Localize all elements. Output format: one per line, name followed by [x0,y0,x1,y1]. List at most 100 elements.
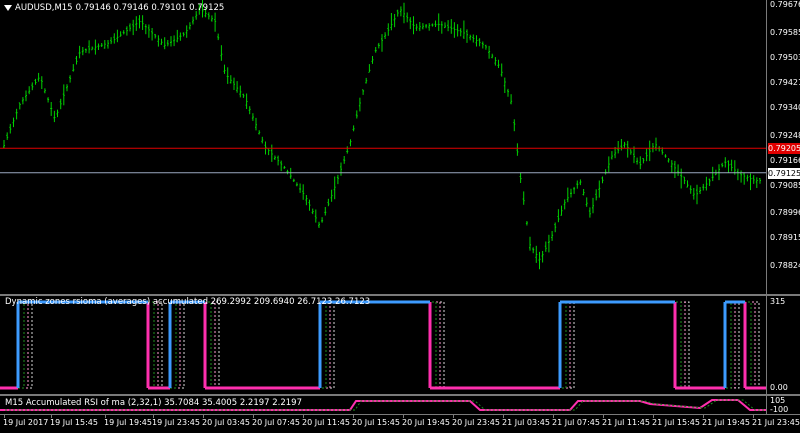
candle [308,199,311,211]
candle [97,43,100,50]
candle [147,24,150,38]
candle [37,72,40,82]
time-label: 20 Jul 23:45 [452,418,500,427]
candle [494,57,497,66]
candle [362,89,365,95]
candle [466,29,468,43]
candle [664,154,667,158]
signal-line-green [6,301,766,389]
candle [226,67,229,84]
candle [188,22,191,30]
candle [31,82,34,91]
candle [302,184,305,200]
candle [462,20,465,39]
indicator-pane-dynamic-zones[interactable]: Dynamic zones rsioma (averages) accumula… [0,296,766,394]
candle [9,123,12,134]
candle [450,19,453,34]
candle [595,189,598,201]
candle [592,197,594,214]
candle [573,186,576,194]
candle [18,102,21,110]
candle [81,47,84,56]
candle [6,132,9,140]
candle [214,12,217,32]
time-label: 21 Jul 07:45 [552,418,600,427]
candle [125,26,128,36]
price-chart-pane[interactable]: AUDUSD,M15 0.79146 0.79146 0.79101 0.791… [0,0,766,294]
time-label: 20 Jul 11:45 [302,418,350,427]
time-label: 19 Jul 23:45 [152,418,200,427]
candle [743,172,746,185]
time-label: 21 Jul 03:45 [502,418,550,427]
candle [50,102,53,116]
candle [100,43,103,47]
candle [547,234,550,253]
candle [412,16,415,35]
candle [696,184,698,205]
price-level-label: 0.78915 [770,233,800,243]
level-label-bottom: -100 [770,405,789,414]
candlestick-series [0,0,766,270]
candle [292,178,295,182]
triangle-down-icon[interactable] [4,5,12,11]
price-badge: 0.79205 [768,143,800,155]
candle [103,40,106,49]
candle [56,109,59,118]
candle [223,64,226,74]
candle [116,29,119,43]
candle [129,23,131,32]
candle [513,119,516,132]
candle [570,188,572,198]
candle [239,85,242,98]
candle [34,78,37,85]
candle [192,16,194,25]
candle [343,156,346,164]
chart-window: AUDUSD,M15 0.79146 0.79146 0.79101 0.791… [0,0,800,433]
candle [166,40,169,47]
candle [217,33,220,41]
price-level-label: 0.79166 [770,156,800,166]
candle [91,46,94,51]
candle [453,22,456,38]
candle [585,197,588,207]
candle [604,169,607,175]
candle [185,25,188,38]
candle [491,53,494,59]
indicator-lines-dynamic-zones [0,300,766,390]
candle [642,158,645,164]
candle [173,35,176,47]
candle [626,140,629,158]
candle [721,162,724,168]
time-label: 19 Jul 15:45 [50,418,98,427]
candle [718,164,720,181]
candle [645,148,648,162]
symbol-name: AUDUSD,M15 [15,3,73,13]
time-label: 19 Jul 2017 [3,418,49,427]
indicator-pane-accumulated-rsi[interactable]: M15 Accumulated RSI of ma (2,32,1) 35.70… [0,396,766,414]
candle [346,146,349,154]
candle [503,77,506,93]
candle [655,137,657,151]
candle [119,31,122,37]
candle [551,231,554,241]
candle [711,166,714,182]
price-level-label: 0.79085 [770,181,800,191]
signal-line-pink [10,301,766,389]
time-label: 19 Jul 19:45 [104,418,152,427]
candle [273,155,276,160]
candle [299,183,302,193]
candle [557,209,560,223]
candle [267,148,270,156]
price-level-label: 0.79676 [770,0,800,9]
price-axis[interactable]: 0.79676 0.79585 0.79503 0.79421 0.79340 0.792… [766,0,800,294]
time-label: 21 Jul 19:45 [702,418,750,427]
candle [295,182,298,187]
candle [566,187,569,203]
candle [582,189,585,196]
candle [286,169,289,175]
candle [541,251,544,263]
candle [182,32,185,37]
candle [522,191,525,205]
candle [355,110,358,119]
candle [623,141,626,148]
